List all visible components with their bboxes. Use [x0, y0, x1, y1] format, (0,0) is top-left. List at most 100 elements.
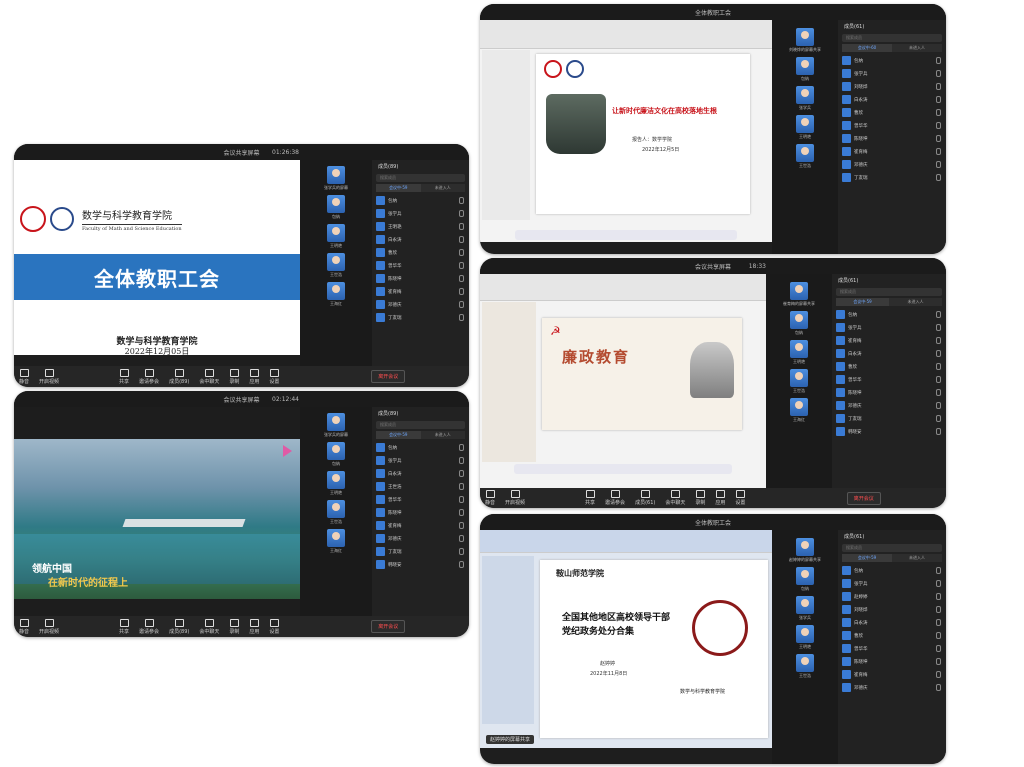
list-item[interactable]: 张学兵: [838, 67, 946, 80]
mic-icon[interactable]: [459, 301, 464, 308]
mic-icon[interactable]: [936, 174, 941, 181]
list-item[interactable]: 曾华华: [832, 373, 946, 386]
mic-icon[interactable]: [936, 161, 941, 168]
mic-icon[interactable]: [936, 135, 941, 142]
mic-icon[interactable]: [459, 197, 464, 204]
video-tile[interactable]: 包纳: [766, 311, 832, 336]
video-tile[interactable]: 王明艳: [772, 625, 838, 650]
mic-icon[interactable]: [459, 223, 464, 230]
apps-button[interactable]: 应用: [249, 368, 259, 385]
apps-button[interactable]: 应用: [249, 618, 259, 635]
list-item[interactable]: 邓德庆: [372, 532, 469, 545]
video-tile[interactable]: 刘晓烨的屏幕共享: [772, 28, 838, 53]
video-tile[interactable]: 张学兵: [772, 86, 838, 111]
list-item[interactable]: 白永涛: [838, 93, 946, 106]
list-item[interactable]: 陈晓坤: [838, 132, 946, 145]
mic-icon[interactable]: [936, 428, 941, 435]
mic-icon[interactable]: [459, 210, 464, 217]
mic-icon[interactable]: [459, 483, 464, 490]
mic-icon[interactable]: [936, 402, 941, 409]
member-search-input[interactable]: 搜索成员: [376, 174, 465, 182]
mic-icon[interactable]: [936, 389, 941, 396]
list-item[interactable]: 曾华华: [838, 642, 946, 655]
list-item[interactable]: 曹欣: [372, 246, 469, 259]
share-button[interactable]: 共享: [119, 368, 129, 385]
mic-icon[interactable]: [936, 580, 941, 587]
mic-icon[interactable]: [459, 561, 464, 568]
mic-icon[interactable]: [936, 70, 941, 77]
mic-icon[interactable]: [936, 684, 941, 691]
video-tile[interactable]: 王明艳: [300, 471, 372, 496]
list-item[interactable]: 张学兵: [372, 207, 469, 220]
mic-icon[interactable]: [459, 314, 464, 321]
mic-icon[interactable]: [936, 350, 941, 357]
invite-button[interactable]: 邀请参会: [139, 368, 159, 385]
list-item[interactable]: 包纳: [372, 194, 469, 207]
tab-in-meeting[interactable]: 会议中·59: [842, 554, 892, 562]
list-item[interactable]: 韩晓安: [832, 425, 946, 438]
record-button[interactable]: 录制: [695, 490, 705, 506]
tab-not-joined[interactable]: 未进入人: [420, 184, 465, 192]
video-tile[interactable]: 张学兵的屏幕: [300, 413, 372, 438]
share-button[interactable]: 共享: [119, 618, 129, 635]
mute-button[interactable]: 静音: [19, 368, 29, 385]
list-item[interactable]: 陈晓坤: [372, 506, 469, 519]
list-item[interactable]: 崔育梅: [838, 145, 946, 158]
mic-icon[interactable]: [936, 337, 941, 344]
video-tile[interactable]: 包纳: [772, 567, 838, 592]
mic-icon[interactable]: [936, 632, 941, 639]
list-item[interactable]: 包纳: [838, 54, 946, 67]
list-item[interactable]: 白永涛: [838, 616, 946, 629]
tab-in-meeting[interactable]: 会议中·59: [376, 184, 421, 192]
video-tile[interactable]: 王世浩: [300, 253, 372, 278]
list-item[interactable]: 张学兵: [372, 454, 469, 467]
mic-icon[interactable]: [459, 236, 464, 243]
share-button[interactable]: 共享: [585, 490, 595, 506]
video-tile[interactable]: 王世浩: [772, 144, 838, 169]
play-icon[interactable]: [283, 445, 292, 457]
list-item[interactable]: 白永涛: [372, 233, 469, 246]
mic-icon[interactable]: [459, 535, 464, 542]
video-tile[interactable]: 赵婷婷的屏幕共享: [772, 538, 838, 563]
apps-button[interactable]: 应用: [715, 490, 725, 506]
settings-button[interactable]: 设置: [269, 618, 279, 635]
record-button[interactable]: 录制: [229, 618, 239, 635]
list-item[interactable]: 刘晓烨: [838, 80, 946, 93]
list-item[interactable]: 张学兵: [838, 577, 946, 590]
mic-icon[interactable]: [936, 671, 941, 678]
list-item[interactable]: 丁友瑞: [838, 171, 946, 184]
mic-icon[interactable]: [936, 619, 941, 626]
list-item[interactable]: 王世浩: [372, 480, 469, 493]
list-item[interactable]: 包纳: [372, 441, 469, 454]
mute-button[interactable]: 静音: [19, 618, 29, 635]
mic-icon[interactable]: [936, 376, 941, 383]
video-button[interactable]: 开启视频: [39, 368, 59, 385]
list-item[interactable]: 韩晓安: [372, 558, 469, 571]
mic-icon[interactable]: [936, 645, 941, 652]
list-item[interactable]: 刘晓烨: [838, 603, 946, 616]
list-item[interactable]: 邓德庆: [838, 681, 946, 694]
mute-button[interactable]: 静音: [485, 490, 495, 506]
mic-icon[interactable]: [936, 658, 941, 665]
leave-meeting-button[interactable]: 离开会议: [371, 620, 406, 633]
list-item[interactable]: 包纳: [838, 564, 946, 577]
chat-button[interactable]: 会中聊天: [199, 368, 219, 385]
list-item[interactable]: 丁友瑞: [372, 311, 469, 324]
mic-icon[interactable]: [936, 311, 941, 318]
video-tile[interactable]: 王海红: [766, 398, 832, 423]
list-item[interactable]: 曾华华: [838, 119, 946, 132]
list-item[interactable]: 曾华华: [372, 259, 469, 272]
list-item[interactable]: 白永涛: [372, 467, 469, 480]
list-item[interactable]: 陈晓坤: [832, 386, 946, 399]
mic-icon[interactable]: [936, 593, 941, 600]
member-search-input[interactable]: 搜索成员: [376, 421, 465, 429]
list-item[interactable]: 崔育梅: [372, 285, 469, 298]
video-button[interactable]: 开启视频: [505, 490, 525, 506]
mic-icon[interactable]: [459, 548, 464, 555]
list-item[interactable]: 曹欣: [838, 106, 946, 119]
video-tile[interactable]: 包纳: [300, 442, 372, 467]
list-item[interactable]: 陈晓坤: [838, 655, 946, 668]
tab-in-meeting[interactable]: 会议中·60: [842, 44, 892, 52]
list-item[interactable]: 包纳: [832, 308, 946, 321]
record-button[interactable]: 录制: [229, 368, 239, 385]
